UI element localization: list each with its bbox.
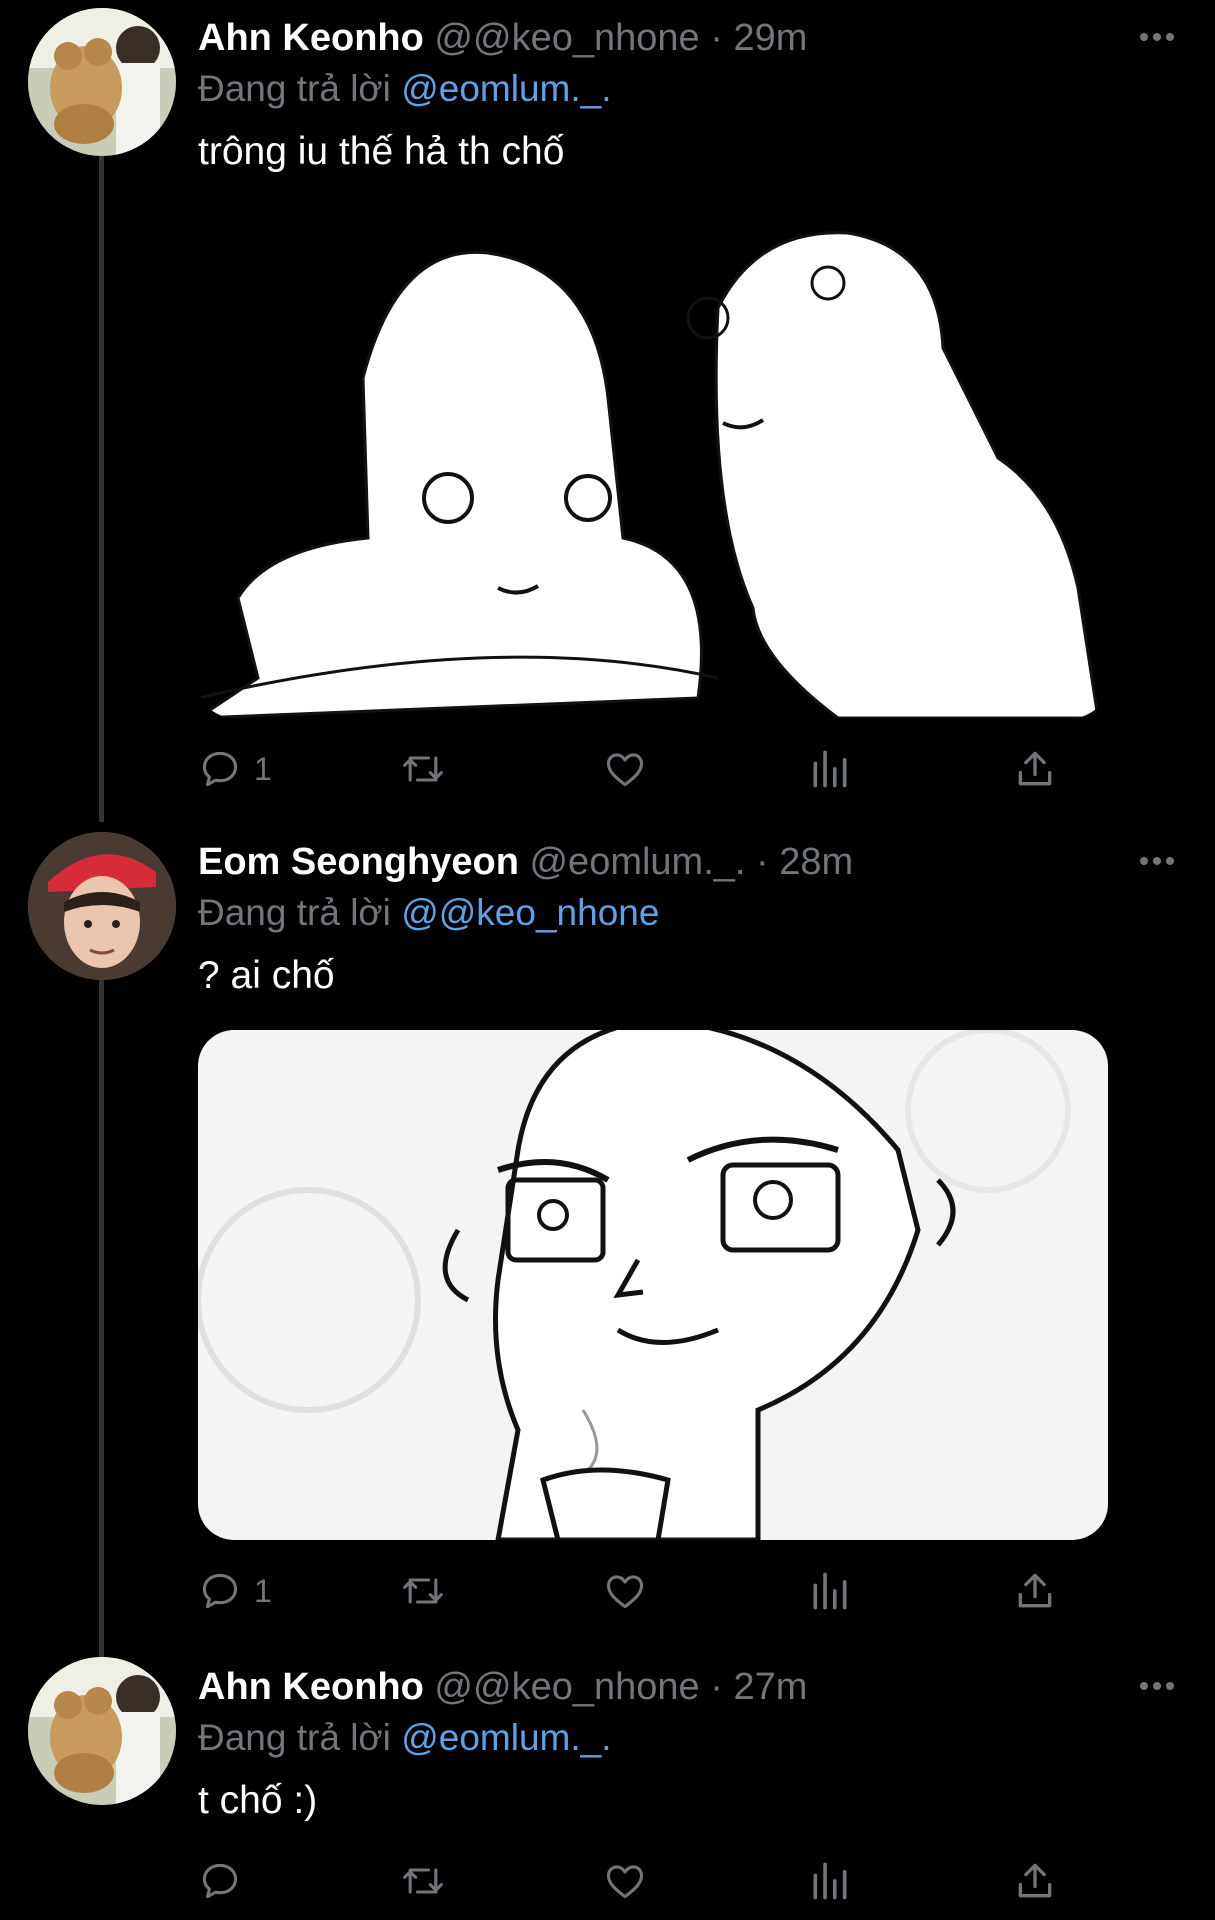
replying-to: Đang trả lời @eomlum._. xyxy=(198,64,611,114)
tweet-actions: 1 xyxy=(198,743,1068,795)
timestamp[interactable]: 29m xyxy=(733,17,807,59)
author-name[interactable]: Ahn Keonho xyxy=(198,17,424,59)
replying-to-label: Đang trả lời xyxy=(198,68,391,109)
like-button[interactable] xyxy=(603,1565,647,1617)
reply-bubble-icon xyxy=(202,1573,238,1609)
retweet-button[interactable] xyxy=(398,743,448,795)
retweet-icon xyxy=(403,756,443,782)
separator-dot: · xyxy=(710,1666,723,1708)
more-horizontal-icon xyxy=(1140,33,1174,41)
author-name[interactable]: Ahn Keonho xyxy=(198,1666,424,1708)
avatar-image-teddy-bear xyxy=(28,1657,176,1805)
timestamp[interactable]: 28m xyxy=(779,841,853,883)
tweet-text: trông iu thế hả th chố xyxy=(198,130,565,173)
author-handle[interactable]: @eomlum._. xyxy=(529,841,745,883)
reply-button[interactable]: 1 xyxy=(198,1565,272,1617)
avatar-image-red-cap xyxy=(28,832,176,980)
avatar[interactable] xyxy=(28,832,176,980)
tweet-actions: 1 xyxy=(198,1565,1068,1617)
like-button[interactable] xyxy=(603,1855,647,1907)
retweet-button[interactable] xyxy=(398,1565,448,1617)
retweet-button[interactable] xyxy=(398,1855,448,1907)
reply-button[interactable] xyxy=(198,1855,254,1907)
reply-bubble-icon xyxy=(202,1863,238,1899)
replying-to-handle[interactable]: @eomlum._. xyxy=(401,1717,611,1758)
more-horizontal-icon xyxy=(1140,857,1174,865)
reply-count: 1 xyxy=(254,1572,272,1609)
replying-to: Đang trả lời @@keo_nhone xyxy=(198,888,659,938)
replying-to-handle[interactable]: @@keo_nhone xyxy=(401,892,659,933)
analytics-bars-icon xyxy=(813,1862,847,1900)
more-horizontal-icon xyxy=(1140,1682,1174,1690)
share-upload-icon xyxy=(1018,1863,1052,1898)
tweet-media-sketch[interactable] xyxy=(198,1030,1108,1540)
sketch-two-characters-image xyxy=(198,208,1108,718)
share-button[interactable] xyxy=(1013,743,1057,795)
tweet-text: ? ai chố xyxy=(198,954,335,997)
author-handle[interactable]: @@keo_nhone xyxy=(434,17,699,59)
views-button[interactable] xyxy=(808,1565,852,1617)
more-button[interactable] xyxy=(1139,856,1175,866)
share-button[interactable] xyxy=(1013,1855,1057,1907)
analytics-bars-icon xyxy=(813,1572,847,1610)
avatar[interactable] xyxy=(28,8,176,156)
views-button[interactable] xyxy=(808,743,852,795)
replying-to-label: Đang trả lời xyxy=(198,1717,391,1758)
share-upload-icon xyxy=(1018,751,1052,786)
share-button[interactable] xyxy=(1013,1565,1057,1617)
like-button[interactable] xyxy=(603,743,647,795)
heart-icon xyxy=(606,1865,644,1899)
more-button[interactable] xyxy=(1139,32,1175,42)
analytics-bars-icon xyxy=(813,750,847,788)
tweet-media-sketch[interactable] xyxy=(198,208,1108,718)
replying-to-handle[interactable]: @eomlum._. xyxy=(401,68,611,109)
author-handle[interactable]: @@keo_nhone xyxy=(434,1666,699,1708)
tweet-3[interactable]: Ahn Keonho @@keo_nhone · 27m Đang trả lờ… xyxy=(0,1657,1215,1920)
replying-to-label: Đang trả lời xyxy=(198,892,391,933)
reply-count: 1 xyxy=(254,750,272,787)
tweet-2[interactable]: Eom Seonghyeon @eomlum._. · 28m Đang trả… xyxy=(0,832,1215,1612)
tweet-actions xyxy=(198,1855,1068,1907)
avatar-image-teddy-bear xyxy=(28,8,176,156)
retweet-icon xyxy=(403,1868,443,1894)
reply-bubble-icon xyxy=(202,751,238,787)
heart-icon xyxy=(606,1575,644,1609)
more-button[interactable] xyxy=(1139,1681,1175,1691)
author-name[interactable]: Eom Seonghyeon xyxy=(198,841,519,883)
sketch-face-with-cup-image xyxy=(198,1030,1108,1540)
separator-dot: · xyxy=(756,841,769,883)
views-button[interactable] xyxy=(808,1855,852,1907)
retweet-icon xyxy=(403,1578,443,1604)
timestamp[interactable]: 27m xyxy=(733,1666,807,1708)
share-upload-icon xyxy=(1018,1573,1052,1608)
reply-button[interactable]: 1 xyxy=(198,743,272,795)
avatar[interactable] xyxy=(28,1657,176,1805)
tweet-text: t chố :) xyxy=(198,1779,318,1822)
separator-dot: · xyxy=(710,17,723,59)
heart-icon xyxy=(606,753,644,787)
replying-to: Đang trả lời @eomlum._. xyxy=(198,1713,611,1763)
tweet-1[interactable]: Ahn Keonho @@keo_nhone · 29m Đang trả lờ… xyxy=(0,8,1215,788)
